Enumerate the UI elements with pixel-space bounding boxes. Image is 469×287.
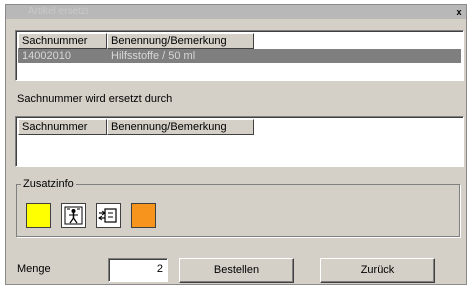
title-bar: Artikel ersetzt x [6, 5, 466, 19]
dialog-window: Artikel ersetzt x Sachnummer Benennung/B… [5, 4, 467, 285]
quantity-input[interactable]: 2 [108, 258, 168, 282]
list-header: Sachnummer Benennung/Bemerkung [18, 119, 254, 135]
orange-indicator-icon[interactable] [131, 203, 156, 228]
cell-sachnummer: 14002010 [22, 50, 71, 62]
column-header-benennung[interactable]: Benennung/Bemerkung [107, 119, 254, 135]
replaced-by-label: Sachnummer wird ersetzt durch [17, 93, 173, 105]
menge-label: Menge [17, 263, 51, 275]
column-header-sachnummer[interactable]: Sachnummer [18, 119, 107, 135]
column-header-sachnummer[interactable]: Sachnummer [18, 33, 107, 49]
zusatzinfo-label: Zusatzinfo [21, 178, 76, 190]
person-table-icon[interactable] [61, 203, 86, 228]
original-article-list[interactable]: Sachnummer Benennung/Bemerkung 14002010 … [15, 30, 464, 81]
column-header-benennung[interactable]: Benennung/Bemerkung [107, 33, 254, 49]
close-button[interactable]: x [454, 7, 464, 17]
cell-benennung: Hilfsstoffe / 50 ml [111, 50, 196, 62]
list-header: Sachnummer Benennung/Bemerkung [18, 33, 254, 49]
device-arrows-icon[interactable] [96, 203, 121, 228]
yellow-indicator-icon[interactable] [26, 203, 51, 228]
bestellen-button[interactable]: Bestellen [179, 258, 294, 283]
zurueck-button[interactable]: Zurück [320, 258, 435, 283]
table-row[interactable]: 14002010 Hilfsstoffe / 50 ml [18, 49, 461, 63]
window-title: Artikel ersetzt [28, 6, 89, 17]
replacement-article-list[interactable]: Sachnummer Benennung/Bemerkung [15, 116, 464, 167]
